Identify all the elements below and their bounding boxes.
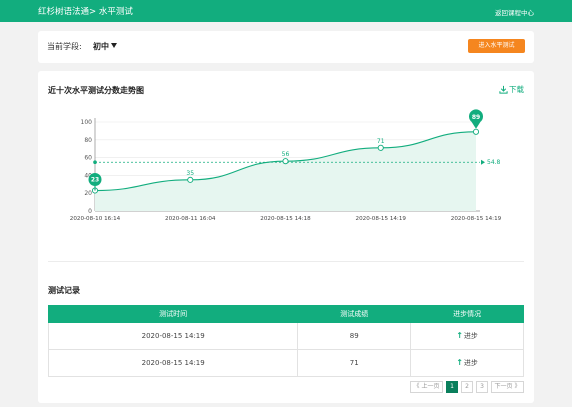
caret-down-icon bbox=[111, 43, 117, 48]
next-page-button[interactable]: 下一页 》 bbox=[491, 381, 524, 393]
progress-label: 进步 bbox=[463, 332, 478, 340]
cell-time: 2020-08-15 14:19 bbox=[47, 349, 299, 377]
page-2-button[interactable]: 2 bbox=[461, 381, 473, 393]
section-divider bbox=[48, 261, 524, 262]
data-label: 56 bbox=[282, 151, 290, 158]
stage-label: 当前学段: bbox=[47, 42, 82, 51]
cell-time: 2020-08-15 14:19 bbox=[47, 322, 299, 350]
data-point bbox=[377, 144, 384, 151]
x-tick-label: 2020-08-15 14:19 bbox=[451, 216, 502, 222]
x-tick-label: 2020-08-15 14:18 bbox=[260, 216, 311, 222]
table-row: 2020-08-15 14:19 71 ↑进步 bbox=[47, 349, 524, 377]
cell-score: 71 bbox=[297, 349, 412, 377]
average-line-start-dot bbox=[93, 160, 97, 165]
records-table: 测试时间 测试成绩 进步情况 2020-08-15 14:19 89 ↑进步 2… bbox=[47, 305, 524, 377]
pagination: 《 上一页 1 2 3 下一页 》 bbox=[410, 381, 524, 393]
cell-progress: ↑进步 bbox=[410, 322, 524, 350]
data-point bbox=[282, 158, 289, 165]
download-button[interactable]: 下载 bbox=[499, 84, 524, 95]
data-point bbox=[472, 128, 480, 135]
x-tick-label: 2020-08-11 16:04 bbox=[165, 216, 216, 222]
score-trend-chart: 0204060801002020-08-10 16:14 2020-08-11 1… bbox=[70, 109, 502, 222]
header-test-score: 测试成绩 bbox=[297, 305, 412, 323]
max-marker-label: 89 bbox=[472, 114, 480, 121]
table-row: 2020-08-15 14:19 89 ↑进步 bbox=[47, 322, 524, 350]
top-bar: 红杉树语法通> 水平测试 返回课程中心 bbox=[0, 0, 572, 22]
average-label: 54.8 bbox=[487, 159, 501, 166]
records-title: 测试记录 bbox=[48, 286, 80, 295]
stage-select[interactable]: 初中 bbox=[93, 41, 117, 52]
enter-level-test-button[interactable]: 进入水平测试 bbox=[468, 39, 525, 53]
progress-label: 进步 bbox=[463, 359, 478, 367]
cell-score: 89 bbox=[297, 322, 412, 350]
download-icon bbox=[499, 85, 508, 94]
data-label: 35 bbox=[186, 170, 194, 177]
brand-breadcrumb: 红杉树语法通> 水平测试 bbox=[38, 7, 133, 17]
y-tick-label: 80 bbox=[84, 137, 92, 144]
download-label: 下载 bbox=[509, 85, 524, 94]
data-point bbox=[187, 176, 194, 183]
x-tick-label: 2020-08-10 16:14 bbox=[70, 216, 121, 222]
back-to-course-center-link[interactable]: 返回课程中心 bbox=[495, 7, 534, 17]
min-marker-label: 23 bbox=[91, 177, 99, 184]
stage-card: 当前学段: 初中 进入水平测试 bbox=[38, 31, 534, 63]
x-tick-label: 2020-08-15 14:19 bbox=[356, 216, 407, 222]
header-test-time: 测试时间 bbox=[47, 305, 299, 323]
page-3-button[interactable]: 3 bbox=[476, 381, 488, 393]
header-progress: 进步情况 bbox=[410, 305, 524, 323]
y-tick-label: 60 bbox=[84, 155, 92, 162]
stage-selected-value: 初中 bbox=[93, 42, 109, 51]
data-label: 71 bbox=[377, 138, 385, 145]
table-header-row: 测试时间 测试成绩 进步情况 bbox=[47, 305, 524, 323]
average-arrow-icon bbox=[481, 159, 485, 165]
cell-progress: ↑进步 bbox=[410, 349, 524, 377]
y-tick-label: 20 bbox=[84, 190, 92, 197]
series-area bbox=[95, 131, 476, 211]
y-tick-label: 100 bbox=[81, 119, 93, 126]
arrow-up-icon: ↑ bbox=[456, 331, 463, 340]
y-tick-label: 0 bbox=[88, 208, 92, 215]
chart-title: 近十次水平测试分数走势图 bbox=[48, 86, 144, 95]
trend-card: 近十次水平测试分数走势图 下载 0 20 40 60 80 100 2020-08-10 1… bbox=[38, 71, 534, 403]
arrow-up-icon: ↑ bbox=[456, 358, 463, 367]
prev-page-button[interactable]: 《 上一页 bbox=[410, 381, 443, 393]
page-1-button[interactable]: 1 bbox=[446, 381, 458, 393]
